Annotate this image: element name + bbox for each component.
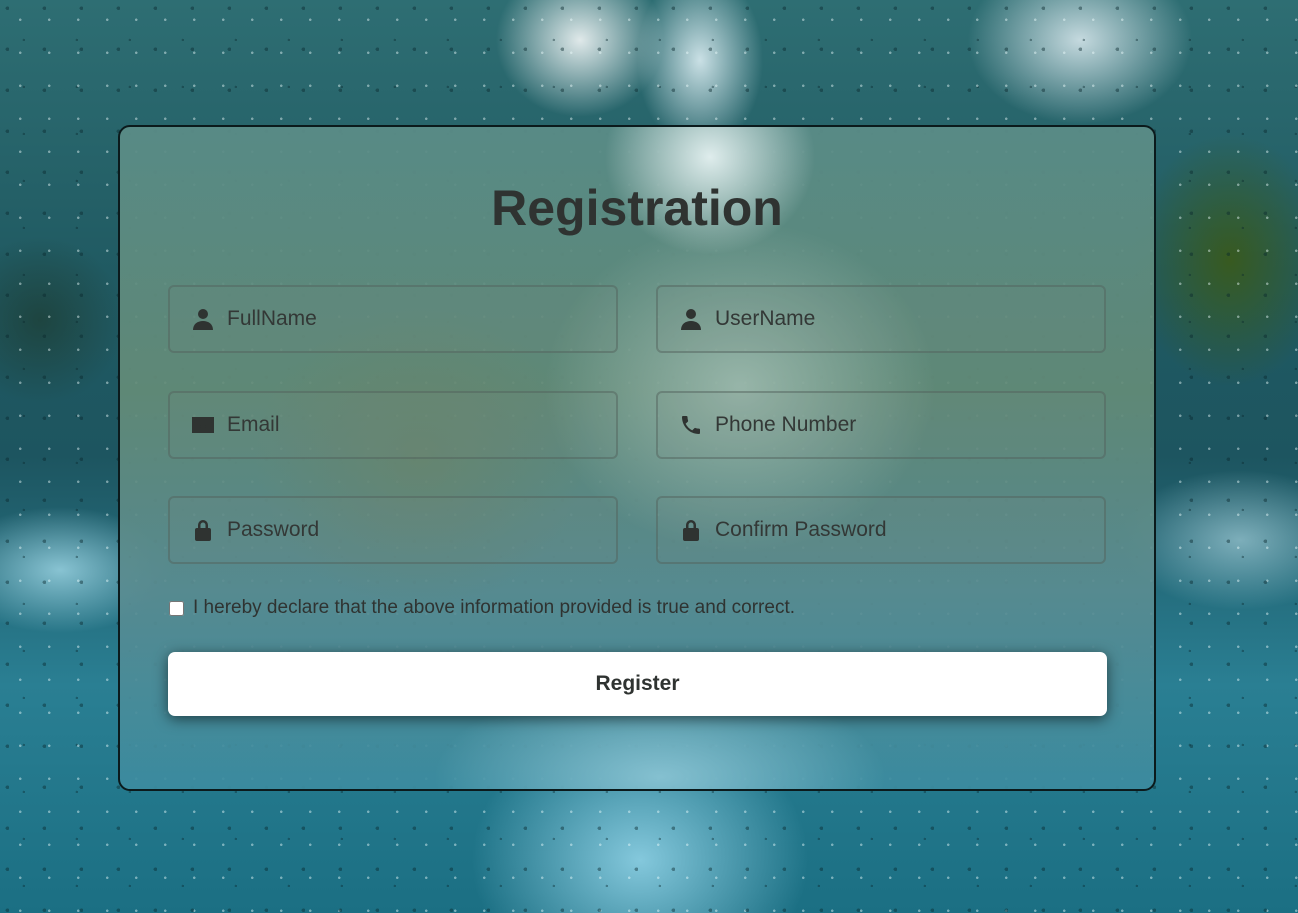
registration-card: Registration FullName UserName Email Pho… [118, 125, 1156, 791]
declaration-text: I hereby declare that the above informat… [193, 597, 796, 618]
declaration: I hereby declare that the above informat… [168, 597, 795, 619]
confirm-password-field [656, 496, 1106, 564]
email-field [168, 391, 618, 459]
person-icon [679, 307, 703, 331]
fullname-field [168, 285, 618, 353]
lock-icon [191, 518, 215, 542]
phone-icon [679, 413, 703, 437]
username-input[interactable] [715, 307, 1085, 331]
email-input[interactable] [227, 413, 597, 437]
confirm-password-input[interactable] [715, 518, 1085, 542]
username-field [656, 285, 1106, 353]
envelope-icon [191, 413, 215, 437]
phone-input[interactable] [715, 413, 1085, 437]
person-icon [191, 307, 215, 331]
register-button[interactable]: Register [168, 652, 1107, 716]
password-field [168, 496, 618, 564]
declaration-checkbox[interactable] [169, 600, 184, 616]
phone-field [656, 391, 1106, 459]
lock-icon [679, 518, 703, 542]
password-input[interactable] [227, 518, 597, 542]
fullname-input[interactable] [227, 307, 597, 331]
page-title: Registration [491, 180, 783, 236]
